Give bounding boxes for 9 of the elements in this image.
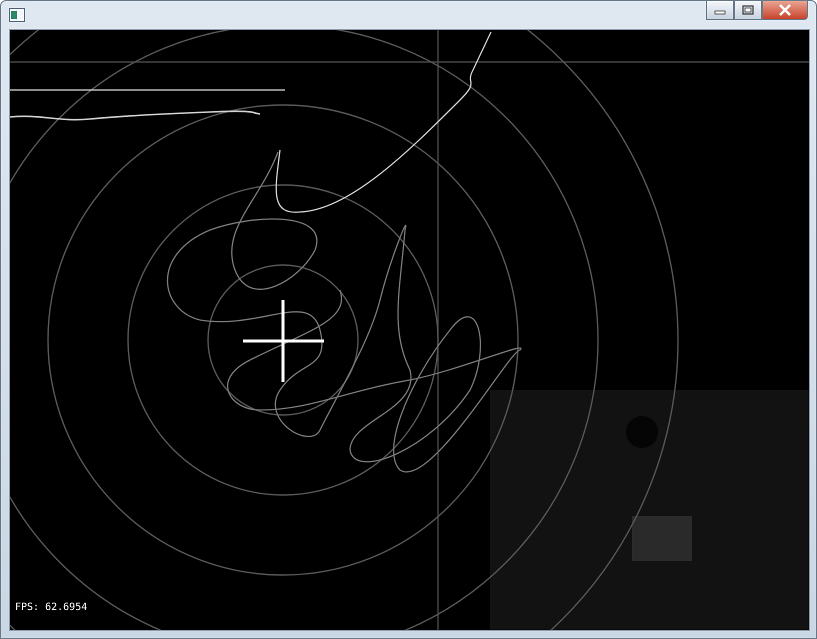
maximize-icon: [742, 5, 754, 15]
minimize-button[interactable]: [706, 1, 734, 20]
square-drawing: [632, 516, 692, 561]
app-icon: [9, 8, 25, 22]
close-button[interactable]: [762, 1, 808, 20]
crosshair-icon: [242, 298, 326, 384]
fps-readout: FPS: 62.6954: [15, 602, 88, 613]
close-icon: [778, 4, 792, 16]
maximize-button[interactable]: [734, 1, 762, 20]
